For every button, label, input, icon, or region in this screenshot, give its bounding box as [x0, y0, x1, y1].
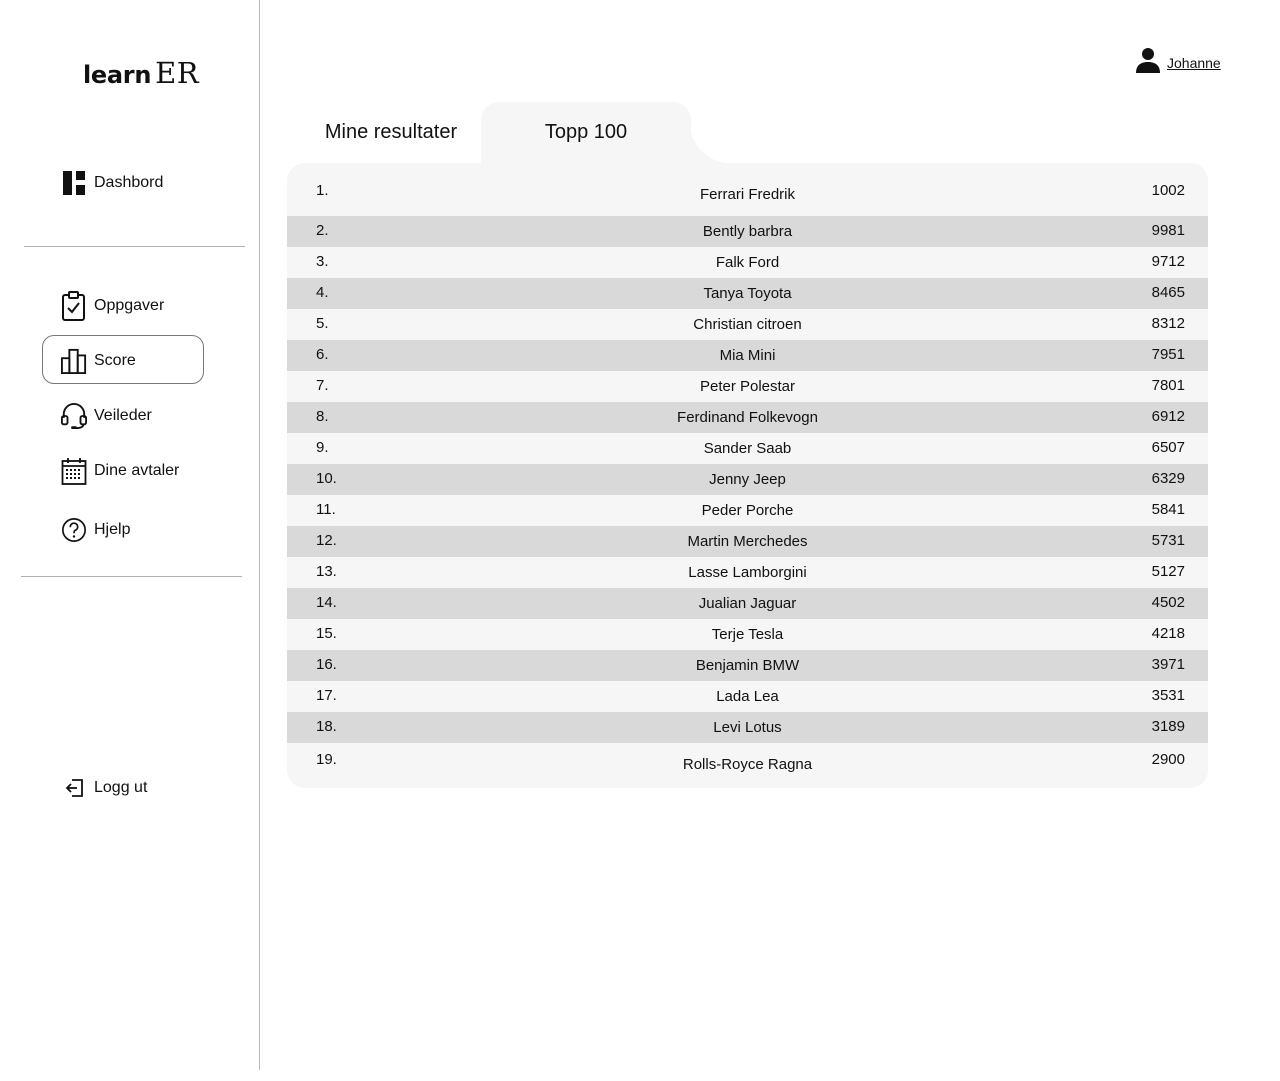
score-cell: 2900 [1151, 751, 1185, 768]
score-cell: 8312 [1151, 315, 1185, 332]
name-cell: Martin Merchedes [687, 533, 808, 550]
table-row[interactable]: 17. Lada Lea 3531 [287, 681, 1208, 712]
table-row[interactable]: 11. Peder Porche 5841 [287, 495, 1208, 526]
name-cell: Mia Mini [719, 347, 776, 364]
score-cell: 6329 [1151, 470, 1185, 487]
score-cell: 5731 [1151, 532, 1185, 549]
logo-text-learn: learn [83, 61, 152, 89]
table-row[interactable]: 1. Ferrari Fredrik 1002 [287, 163, 1208, 216]
clipboard-check-icon [61, 291, 87, 321]
sidebar-item-label: Score [94, 352, 136, 369]
sidebar-item-dashbord[interactable]: Dashbord [61, 166, 163, 200]
sidebar-item-label: Dashbord [94, 174, 164, 191]
name-cell: Peter Polestar [699, 378, 796, 395]
sidebar: learn ER Dashbord Oppgaver Score Veilede… [0, 0, 260, 1070]
table-row[interactable]: 2. Bently barbra 9981 [287, 216, 1208, 247]
score-cell: 3971 [1151, 656, 1185, 673]
score-cell: 3189 [1151, 718, 1185, 735]
sidebar-item-label: Oppgaver [94, 297, 165, 314]
logo-text-er: ER [155, 56, 200, 90]
sidebar-item-label: Dine avtaler [94, 462, 180, 479]
score-cell: 6912 [1151, 408, 1185, 425]
table-row[interactable]: 12. Martin Merchedes 5731 [287, 526, 1208, 557]
calendar-icon [61, 456, 87, 486]
score-cell: 5127 [1151, 563, 1185, 580]
dashboard-icon [61, 168, 87, 198]
sidebar-item-label: Hjelp [94, 521, 131, 538]
score-cell: 3531 [1151, 687, 1185, 704]
score-cell: 4218 [1151, 625, 1185, 642]
logout-icon [63, 773, 87, 803]
name-cell: Levi Lotus [713, 719, 782, 736]
user-icon [1135, 47, 1161, 78]
headset-icon [61, 401, 87, 431]
name-cell: Christian citroen [693, 316, 802, 333]
sidebar-divider [21, 576, 242, 577]
table-row[interactable]: 7. Peter Polestar 7801 [287, 371, 1208, 402]
name-cell: Tanya Toyota [703, 285, 792, 302]
table-row[interactable]: 14. Jualian Jaguar 4502 [287, 588, 1208, 619]
sidebar-item-hjelp[interactable]: Hjelp [61, 513, 130, 547]
logout-label: Logg ut [94, 779, 148, 796]
table-row[interactable]: 5. Christian citroen 8312 [287, 309, 1208, 340]
table-row[interactable]: 9. Sander Saab 6507 [287, 433, 1208, 464]
logout-button[interactable]: Logg ut [63, 771, 147, 805]
table-row[interactable]: 4. Tanya Toyota 8465 [287, 278, 1208, 309]
user-menu[interactable]: Johanne [1135, 47, 1221, 78]
table-row[interactable]: 18. Levi Lotus 3189 [287, 712, 1208, 743]
leaderboard-table: 1. Ferrari Fredrik 1002 2. Bently barbra 9981… [287, 163, 1208, 788]
tab-topp-100[interactable]: Topp 100 [481, 102, 691, 163]
name-cell: Bently barbra [702, 223, 793, 240]
score-cell: 9981 [1151, 222, 1185, 239]
name-cell: Jualian Jaguar [698, 595, 797, 612]
bar-chart-icon [61, 346, 87, 376]
name-cell: Lada Lea [716, 688, 779, 705]
sidebar-divider [24, 246, 245, 247]
score-cell: 7801 [1151, 377, 1185, 394]
name-cell: Benjamin BMW [695, 657, 800, 674]
sidebar-item-label: Veileder [94, 407, 152, 424]
score-cell: 6507 [1151, 439, 1185, 456]
table-row[interactable]: 16. Benjamin BMW 3971 [287, 650, 1208, 681]
score-cell: 7951 [1151, 346, 1185, 363]
sidebar-item-veileder[interactable]: Veileder [61, 399, 152, 433]
sidebar-item-dine-avtaler[interactable]: Dine avtaler [61, 454, 179, 488]
score-cell: 1002 [1151, 182, 1185, 199]
tab-mine-resultater[interactable]: Mine resultater [300, 102, 482, 163]
name-cell: Terje Tesla [711, 626, 784, 643]
user-name-link[interactable]: Johanne [1167, 55, 1221, 71]
table-row[interactable]: 19. Rolls-Royce Ragna 2900 [287, 743, 1208, 787]
name-cell: Ferrari Fredrik [699, 186, 795, 203]
score-cell: 9712 [1151, 253, 1185, 270]
score-cell: 4502 [1151, 594, 1185, 611]
score-cell: 8465 [1151, 284, 1185, 301]
name-cell: Sander Saab [703, 440, 792, 457]
table-row[interactable]: 10. Jenny Jeep 6329 [287, 464, 1208, 495]
table-row[interactable]: 15. Terje Tesla 4218 [287, 619, 1208, 650]
name-cell: Jenny Jeep [709, 471, 786, 488]
help-icon [61, 515, 87, 545]
sidebar-item-score[interactable]: Score [61, 344, 136, 378]
app-logo[interactable]: learn ER [83, 56, 199, 90]
name-cell: Rolls-Royce Ragna [682, 756, 813, 773]
table-row[interactable]: 6. Mia Mini 7951 [287, 340, 1208, 371]
name-cell: Peder Porche [701, 502, 794, 519]
leaderboard-rows: 1. Ferrari Fredrik 1002 2. Bently barbra 9981… [287, 163, 1208, 787]
name-cell: Falk Ford [715, 254, 780, 271]
table-row[interactable]: 13. Lasse Lamborgini 5127 [287, 557, 1208, 588]
score-cell: 5841 [1151, 501, 1185, 518]
sidebar-item-oppgaver[interactable]: Oppgaver [61, 289, 164, 323]
table-row[interactable]: 3. Falk Ford 9712 [287, 247, 1208, 278]
tab-corner [690, 122, 730, 163]
table-row[interactable]: 8. Ferdinand Folkevogn 6912 [287, 402, 1208, 433]
name-cell: Lasse Lamborgini [688, 564, 807, 581]
name-cell: Ferdinand Folkevogn [677, 409, 818, 426]
